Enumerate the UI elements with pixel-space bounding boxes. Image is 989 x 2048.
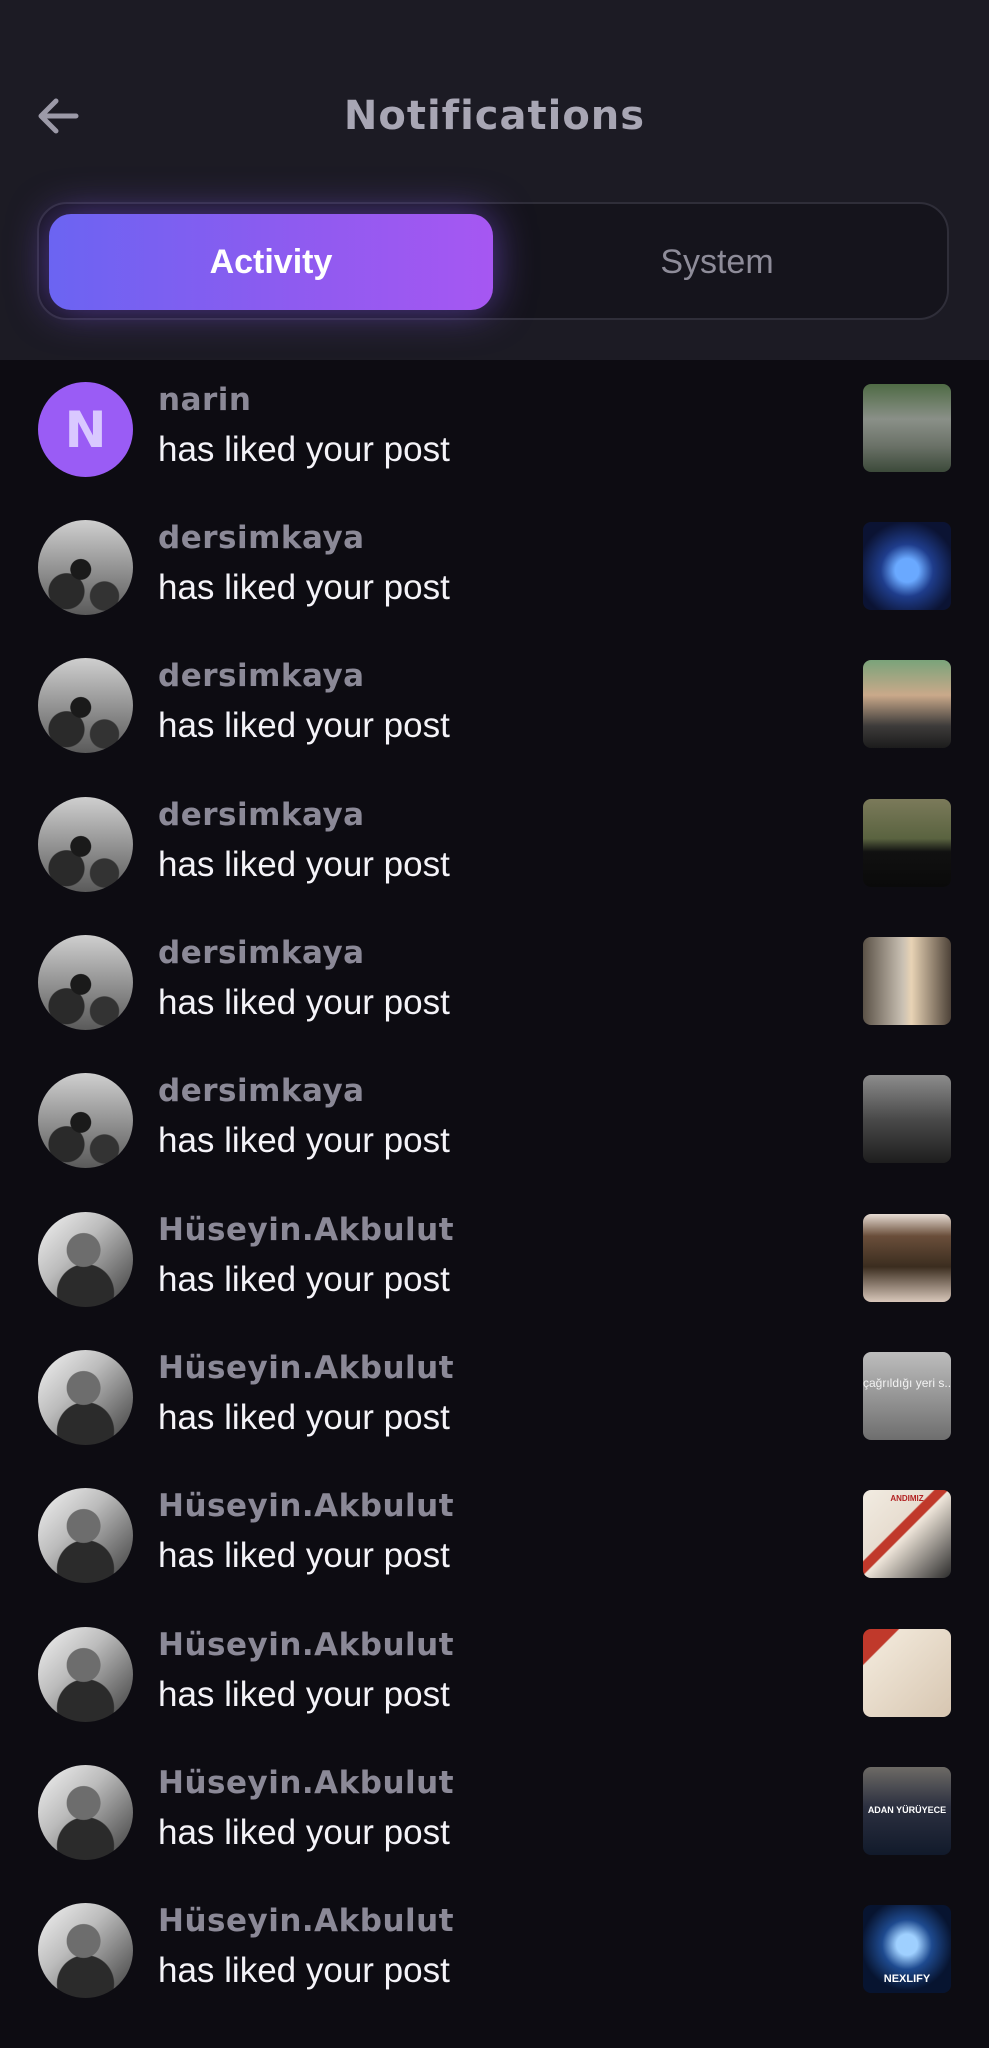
post-thumbnail[interactable] — [863, 384, 951, 472]
post-thumbnail[interactable] — [863, 1075, 951, 1163]
avatar[interactable] — [38, 797, 133, 892]
list-item[interactable]: Hüseyin.Akbulut has liked your post çağr… — [0, 1328, 989, 1466]
tab-bar: Activity System — [37, 202, 949, 320]
list-item[interactable]: Hüseyin.Akbulut has liked your post NEXL… — [0, 1881, 989, 2019]
post-thumbnail[interactable]: ADAN YÜRÜYECE — [863, 1767, 951, 1855]
notification-text: has liked your post — [158, 1675, 450, 1714]
username[interactable]: Hüseyin.Akbulut — [158, 1903, 454, 1939]
username[interactable]: dersimkaya — [158, 797, 365, 833]
avatar[interactable] — [38, 1212, 133, 1307]
list-item[interactable]: dersimkaya has liked your post — [0, 775, 989, 913]
list-item[interactable]: Hüseyin.Akbulut has liked your post ANDI… — [0, 1466, 989, 1604]
notification-text: has liked your post — [158, 1813, 450, 1852]
username[interactable]: Hüseyin.Akbulut — [158, 1765, 454, 1801]
list-item[interactable]: dersimkaya has liked your post — [0, 1051, 989, 1189]
thumbnail-caption: ANDIMIZ — [890, 1494, 924, 1503]
avatar[interactable] — [38, 1765, 133, 1860]
username[interactable]: Hüseyin.Akbulut — [158, 1350, 454, 1386]
avatar[interactable] — [38, 1350, 133, 1445]
post-thumbnail[interactable]: ANDIMIZ — [863, 1490, 951, 1578]
avatar[interactable] — [38, 520, 133, 615]
avatar[interactable] — [38, 1488, 133, 1583]
post-thumbnail[interactable] — [863, 799, 951, 887]
notification-text: has liked your post — [158, 706, 450, 745]
post-thumbnail[interactable] — [863, 1214, 951, 1302]
username[interactable]: dersimkaya — [158, 1073, 365, 1109]
post-thumbnail[interactable]: NEXLIFY — [863, 1905, 951, 1993]
username[interactable]: Hüseyin.Akbulut — [158, 1488, 454, 1524]
page-title: Notifications — [343, 93, 646, 139]
username[interactable]: dersimkaya — [158, 935, 365, 971]
notification-text: has liked your post — [158, 568, 450, 607]
list-item[interactable]: dersimkaya has liked your post — [0, 913, 989, 1051]
post-thumbnail[interactable] — [863, 660, 951, 748]
username[interactable]: dersimkaya — [158, 520, 365, 556]
list-item[interactable]: dersimkaya has liked your post — [0, 498, 989, 636]
avatar[interactable] — [38, 1903, 133, 1998]
list-item[interactable]: Hüseyin.Akbulut has liked your post ADAN… — [0, 1743, 989, 1881]
notification-text: has liked your post — [158, 1260, 450, 1299]
notification-text: has liked your post — [158, 1536, 450, 1575]
thumbnail-caption: çağrıldığı yeri s... için mi, işe yara..… — [863, 1376, 951, 1390]
post-thumbnail[interactable] — [863, 1629, 951, 1717]
list-item[interactable]: Hüseyin.Akbulut has liked your post — [0, 1190, 989, 1328]
post-thumbnail[interactable] — [863, 937, 951, 1025]
username[interactable]: dersimkaya — [158, 658, 365, 694]
notification-text: has liked your post — [158, 1398, 450, 1437]
list-item[interactable]: N narin has liked your post — [0, 360, 989, 498]
post-thumbnail[interactable] — [863, 522, 951, 610]
avatar[interactable] — [38, 935, 133, 1030]
tab-system[interactable]: System — [495, 214, 939, 310]
notification-text: has liked your post — [158, 1951, 450, 1990]
notification-text: has liked your post — [158, 1121, 450, 1160]
thumbnail-caption: ADAN YÜRÜYECE — [867, 1805, 947, 1815]
notification-text: has liked your post — [158, 430, 450, 469]
list-item[interactable]: Hüseyin.Akbulut has liked your post — [0, 1605, 989, 1743]
notification-text: has liked your post — [158, 983, 450, 1022]
username[interactable]: narin — [158, 382, 251, 418]
avatar[interactable]: N — [38, 382, 133, 477]
avatar[interactable] — [38, 658, 133, 753]
tab-activity[interactable]: Activity — [49, 214, 493, 310]
header-bar: Notifications Activity System — [0, 0, 989, 360]
avatar[interactable] — [38, 1627, 133, 1722]
username[interactable]: Hüseyin.Akbulut — [158, 1212, 454, 1248]
list-item[interactable]: dersimkaya has liked your post — [0, 636, 989, 774]
notification-text: has liked your post — [158, 845, 450, 884]
post-thumbnail[interactable]: çağrıldığı yeri s... için mi, işe yara..… — [863, 1352, 951, 1440]
thumbnail-caption: NEXLIFY — [883, 1973, 931, 1985]
avatar[interactable] — [38, 1073, 133, 1168]
username[interactable]: Hüseyin.Akbulut — [158, 1627, 454, 1663]
